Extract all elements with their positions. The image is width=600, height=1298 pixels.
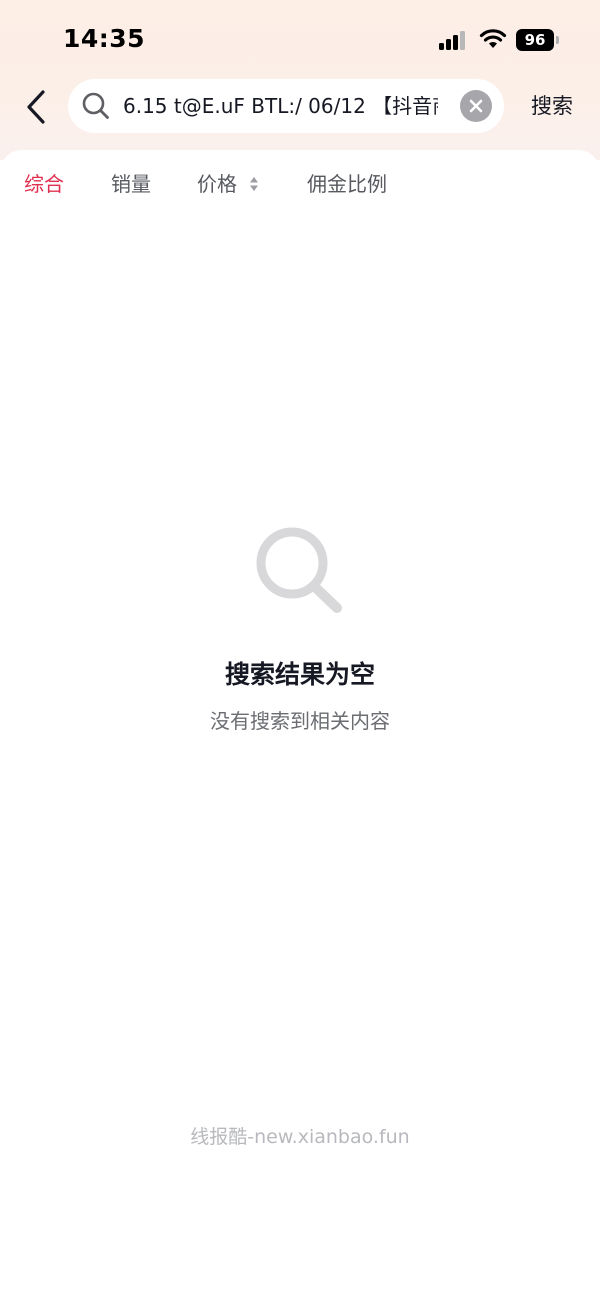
sort-tabs: 综合 销量 价格 佣金比例	[0, 164, 600, 204]
battery-icon: 96	[516, 29, 559, 51]
tab-label: 价格	[197, 172, 237, 196]
search-icon	[82, 92, 109, 119]
clear-circle-icon	[469, 99, 483, 113]
back-button[interactable]	[18, 84, 58, 130]
status-bar: 14:35 96	[0, 0, 600, 78]
chevron-left-icon	[27, 90, 45, 124]
tab-comprehensive[interactable]: 综合	[24, 164, 64, 204]
battery-tip	[556, 36, 559, 44]
watermark: 线报酷-new.xianbao.fun	[190, 1126, 410, 1148]
empty-state-title: 搜索结果为空	[224, 660, 375, 689]
battery-level: 96	[524, 31, 546, 49]
tab-label: 综合	[24, 172, 64, 196]
tab-label: 佣金比例	[307, 172, 387, 196]
search-button[interactable]: 搜索	[522, 88, 582, 124]
status-time: 14:35	[63, 24, 146, 53]
sort-arrows-icon	[250, 176, 259, 191]
cellular-signal-icon	[439, 31, 465, 50]
content-panel: 综合 销量 价格 佣金比例 搜索结果为空 没有搜索到相关内容 线报酷-new.x…	[0, 150, 600, 1298]
search-box[interactable]: 6.15 t@E.uF BTL:/ 06/12 【抖音商	[68, 79, 504, 133]
tab-price[interactable]: 价格	[197, 164, 259, 204]
clear-search-button[interactable]	[460, 90, 492, 122]
empty-state-subtitle: 没有搜索到相关内容	[210, 709, 390, 733]
tab-sales[interactable]: 销量	[111, 164, 151, 204]
wifi-icon	[479, 29, 507, 48]
empty-search-icon	[256, 527, 342, 613]
search-input[interactable]: 6.15 t@E.uF BTL:/ 06/12 【抖音商	[123, 79, 438, 133]
tab-commission-ratio[interactable]: 佣金比例	[307, 164, 387, 204]
tab-label: 销量	[111, 172, 151, 196]
